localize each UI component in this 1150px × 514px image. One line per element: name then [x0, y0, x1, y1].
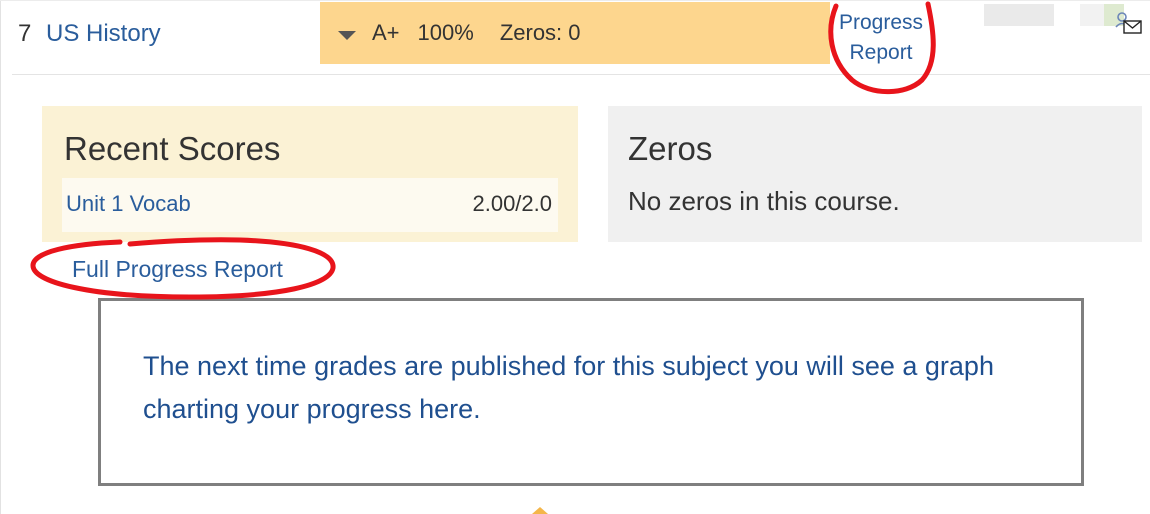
zeros-count: Zeros: 0: [499, 20, 581, 45]
left-border: [0, 0, 1, 514]
course-period: 7: [18, 20, 32, 47]
chevron-down-icon[interactable]: [338, 31, 356, 40]
zeros-title: Zeros: [628, 130, 713, 167]
graph-placeholder-message: The next time grades are published for t…: [143, 351, 994, 424]
progress-report-line-2: Report: [849, 41, 913, 64]
grade-percent: 100%: [417, 20, 474, 45]
top-divider: [0, 0, 1150, 1]
row-divider: [12, 74, 1150, 75]
course-name-link[interactable]: US History: [46, 20, 161, 48]
score-value: 2.00/2.0: [472, 191, 552, 216]
recent-scores-title: Recent Scores: [64, 130, 281, 167]
blurred-teacher-icon: [984, 4, 1124, 26]
grade-letter: A+: [372, 20, 400, 45]
score-assignment-link[interactable]: Unit 1 Vocab: [66, 191, 191, 217]
grade-summary-bar[interactable]: A+ 100% Zeros: 0: [320, 2, 830, 64]
full-progress-report-link[interactable]: Full Progress Report: [72, 256, 283, 283]
progress-report-line-1: Progress: [838, 11, 924, 34]
progress-report-link[interactable]: Progress Report: [838, 8, 924, 68]
recent-scores-panel: Recent Scores Unit 1 Vocab 2.00/2.0: [42, 106, 578, 242]
email-icon[interactable]: [1113, 9, 1143, 37]
zeros-message: No zeros in this course.: [628, 186, 900, 216]
progress-graph-placeholder: The next time grades are published for t…: [98, 298, 1084, 486]
zeros-panel: Zeros No zeros in this course.: [608, 106, 1142, 242]
scroll-marker: [532, 507, 548, 514]
score-row: Unit 1 Vocab 2.00/2.0: [62, 178, 558, 232]
